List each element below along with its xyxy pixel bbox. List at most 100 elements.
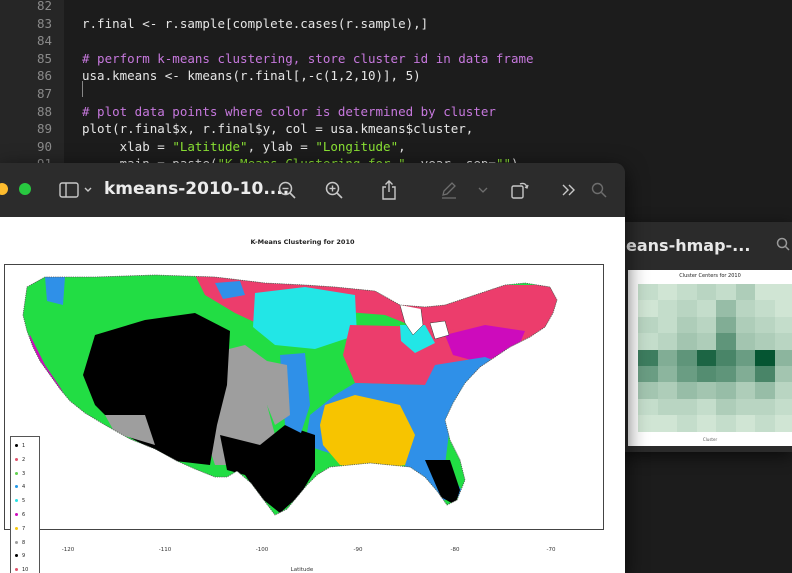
heatmap-cell (735, 366, 755, 383)
heatmap-cell (657, 333, 677, 350)
heatmap-cell (677, 415, 697, 432)
legend-swatch (15, 471, 18, 475)
heatmap-cell (657, 382, 677, 399)
heatmap-cell (638, 382, 658, 399)
heatmap-plot: Cluster Centers for 2010 Cluster (628, 270, 792, 446)
share-icon (382, 180, 396, 200)
legend-label: 10 (22, 567, 29, 573)
heatmap-cell (716, 366, 736, 383)
line-number: 84 (36, 33, 52, 49)
legend-entry: 8 (15, 540, 25, 546)
heatmap-cell (696, 284, 716, 301)
plot-area (4, 264, 604, 530)
heatmap-cell (755, 300, 775, 317)
heatmap-cell (696, 415, 716, 432)
zoom-in-icon (325, 181, 343, 199)
heatmap-cell (696, 366, 716, 383)
legend-swatch (15, 526, 18, 530)
legend-label: 9 (22, 553, 26, 560)
heatmap-cell (638, 284, 658, 301)
markup-menu-button[interactable] (474, 177, 492, 203)
code-line[interactable]: xlab = "Latitude", ylab = "Longitude", (82, 139, 406, 154)
legend-entry: 4 (15, 484, 25, 490)
zoom-out-button[interactable] (274, 177, 300, 203)
search-button[interactable] (586, 177, 612, 203)
heatmap-cell (716, 382, 736, 399)
heatmap-cell (735, 415, 755, 432)
heatmap-cell (755, 333, 775, 350)
heatmap-cell (696, 316, 716, 334)
x-tick-label: -80 (450, 547, 460, 553)
heatmap-cell (638, 316, 658, 334)
legend-entry: 7 (15, 526, 25, 532)
code-line[interactable]: plot(r.final$x, r.final$y, col = usa.kme… (82, 121, 473, 136)
chart-legend: 1 2 3 4 5 6 7 8 9 10 (10, 436, 40, 573)
legend-swatch (15, 485, 18, 489)
x-tick-label: -110 (158, 547, 172, 553)
rotate-icon (511, 182, 529, 199)
legend-label: 3 (22, 470, 26, 477)
markup-icon (442, 182, 456, 199)
heatmap-cell (774, 366, 792, 383)
share-button[interactable] (376, 177, 402, 203)
heatmap-cell (638, 333, 658, 350)
heatmap-cell (774, 398, 792, 416)
heatmap-cell (774, 300, 792, 317)
heatmap-cell (735, 333, 755, 350)
x-tick-label: -90 (353, 547, 363, 553)
rotate-button[interactable] (507, 177, 533, 203)
heatmap-cell (696, 300, 716, 317)
sidebar-toggle-button[interactable] (56, 177, 96, 203)
heatmap-cell (696, 398, 716, 416)
heatmap-cell (696, 382, 716, 399)
line-number: 85 (36, 50, 52, 66)
heatmap-cell (716, 349, 736, 366)
legend-swatch (15, 554, 18, 558)
line-number: 82 (36, 0, 52, 13)
x-tick-label: -70 (546, 547, 556, 553)
more-button[interactable] (556, 177, 582, 203)
document-title: kmeans-2010-10.... (104, 179, 290, 199)
heatmap-cell (755, 398, 775, 416)
heatmap-cell (755, 415, 775, 432)
heatmap-cell (755, 382, 775, 399)
minimize-button[interactable] (0, 183, 8, 195)
markup-button[interactable] (436, 177, 462, 203)
chevron-down-icon (478, 187, 488, 193)
legend-label: 7 (22, 525, 26, 532)
heatmap-cell (716, 300, 736, 317)
legend-entry: 5 (15, 498, 25, 504)
heatmap-cell (774, 284, 792, 301)
cluster-map (22, 274, 558, 516)
legend-label: 2 (22, 456, 26, 463)
heatmap-cell (657, 415, 677, 432)
zoom-window-button[interactable] (19, 183, 31, 195)
search-icon[interactable] (776, 237, 790, 251)
legend-swatch (15, 568, 18, 572)
line-number: 87 (36, 86, 52, 101)
legend-entry: 10 (15, 567, 28, 573)
code-line[interactable]: # perform k-means clustering, store clus… (82, 51, 534, 66)
heatmap-cell (716, 415, 736, 432)
zoom-in-button[interactable] (321, 177, 347, 203)
heatmap-cell (755, 349, 775, 366)
preview-window[interactable]: kmeans-2010-10.... K-Means Clustering fo… (0, 163, 625, 573)
heatmap-cell (716, 398, 736, 416)
document-canvas[interactable]: K-Means Clustering for 2010 -120 -110 -1… (0, 217, 625, 573)
heatmap-cell (657, 398, 677, 416)
code-line[interactable]: # plot data points where color is determ… (82, 104, 496, 119)
code-line[interactable]: usa.kmeans <- kmeans(r.final[,-c(1,2,10)… (82, 68, 421, 83)
text-cursor (82, 81, 83, 97)
heatmap-cell (677, 382, 697, 399)
heatmap-cell (677, 349, 697, 366)
heatmap-cell (677, 398, 697, 416)
chart-title: K-Means Clustering for 2010 (250, 238, 355, 246)
legend-entry: 1 (15, 443, 25, 449)
x-tick-label: -120 (61, 547, 75, 553)
search-icon (591, 182, 607, 198)
legend-entry: 6 (15, 512, 25, 518)
legend-entry: 2 (15, 457, 25, 463)
heatmap-cell (696, 333, 716, 350)
code-line[interactable]: r.final <- r.sample[complete.cases(r.sam… (82, 16, 428, 31)
line-number: 86 (36, 68, 52, 84)
